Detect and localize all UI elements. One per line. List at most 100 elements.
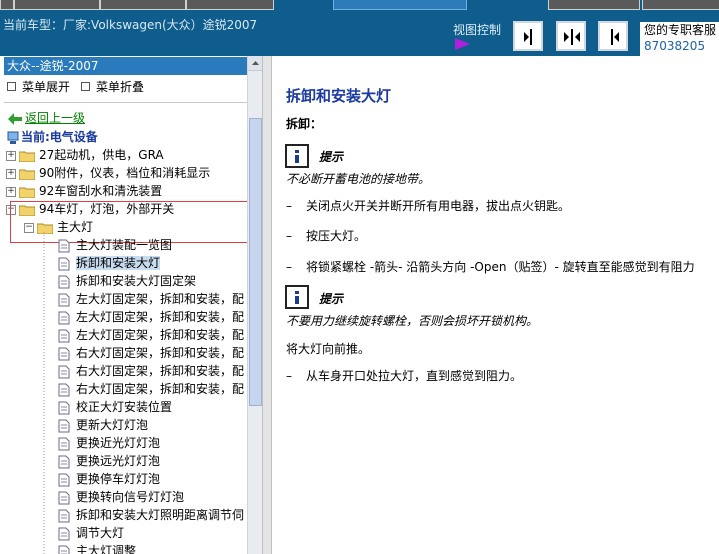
view-control-label: 视图控制	[453, 23, 502, 37]
tree-item[interactable]: 调节大灯	[58, 524, 124, 542]
tree-item[interactable]: 更换远光灯灯泡	[58, 452, 160, 470]
document-icon	[58, 437, 70, 450]
tree-item-selected[interactable]: 拆卸和安装大灯	[58, 254, 161, 272]
tree-item-label: 左大灯固定架，拆卸和安装，配	[76, 292, 245, 306]
tree-item[interactable]: 左大灯固定架，拆卸和安装，配	[58, 326, 244, 344]
tree-item[interactable]: 更换转向信号灯灯泡	[58, 488, 184, 506]
info-icon	[285, 285, 309, 309]
tree-item[interactable]: 主大灯装配一览图	[58, 236, 172, 254]
document-icon	[58, 311, 70, 324]
expand-left-icon	[524, 29, 532, 45]
current-vehicle: 当前车型：厂家:Volkswagen(大众）途锐2007	[3, 18, 258, 32]
tree-item[interactable]: 拆卸和安装大灯照明距离调节伺	[58, 506, 244, 524]
info-icon	[285, 144, 309, 168]
tree-item-label: 校正大灯安装位置	[76, 400, 173, 414]
service-label: 您的专职客服	[644, 23, 717, 37]
top-bar: 当前车型：厂家:Volkswagen(大众）途锐2007 视图控制 您的专职客服…	[0, 0, 719, 56]
chevron-up-icon	[252, 61, 259, 65]
tree-item-label: 左大灯固定架，拆卸和安装，配	[76, 310, 245, 324]
tree-item[interactable]: 校正大灯安装位置	[58, 398, 172, 416]
tree-item-label: 右大灯固定架，拆卸和安装，配	[76, 364, 245, 378]
document-content: 拆卸和安装大灯 拆卸： 提示 不必断开蓄电池的接地带。 – 关闭点火开关并断开所有…	[272, 56, 719, 554]
tree-item[interactable]: 拆卸和安装大灯固定架	[58, 272, 196, 290]
tree-group-label: 90附件，仪表，档位和消耗显示	[39, 166, 211, 180]
step-item: – 关闭点火开关并断开所有用电器，拔出点火钥匙。	[286, 199, 571, 213]
document-icon	[58, 419, 70, 432]
tree-item-label: 右大灯固定架，拆卸和安装，配	[76, 346, 245, 360]
tree-item-label: 主大灯调整	[76, 544, 137, 554]
tree-item[interactable]: 主大灯调整	[58, 542, 136, 554]
step-text: 将锁紧螺栓 -箭头- 沿箭头方向 -Open（贴签）- 旋转直至能感觉到有阻力	[306, 260, 695, 274]
navigation-tree-panel: 大众--途锐-2007 菜单展开 菜单折叠 返回上一级 当前:电气设备 +27起…	[0, 56, 262, 554]
document-icon	[58, 473, 70, 486]
note-text: 不必断开蓄电池的接地带。	[286, 172, 431, 186]
tree-item[interactable]: 右大灯固定架，拆卸和安装，配	[58, 380, 244, 398]
document-icon	[58, 383, 70, 396]
split-view-icon	[564, 29, 580, 45]
toolbar-button-active[interactable]	[333, 0, 467, 10]
toolbar-button[interactable]	[548, 0, 640, 10]
step-item: – 按压大灯。	[286, 229, 367, 243]
toolbar-button[interactable]	[0, 0, 14, 10]
toolbar-button[interactable]	[642, 0, 719, 10]
step-text: 按压大灯。	[306, 229, 367, 243]
document-icon	[58, 509, 70, 522]
step-item: – 从车身开口处拉大灯，直到感觉到阻力。	[286, 369, 523, 383]
tree-item-label: 拆卸和安装大灯	[76, 256, 161, 270]
toolbar-button[interactable]	[100, 0, 186, 10]
tree-item[interactable]: 左大灯固定架，拆卸和安装，配	[58, 290, 244, 308]
tree-item[interactable]: 更换近光灯灯泡	[58, 434, 160, 452]
view-split-button[interactable]	[556, 21, 586, 51]
document-icon	[58, 293, 70, 306]
document-icon	[58, 491, 70, 504]
tree-item-label: 更换远光灯灯泡	[76, 454, 161, 468]
tree-item[interactable]: 更新大灯灯泡	[58, 416, 148, 434]
toolbar-button[interactable]	[186, 0, 274, 10]
tree-item-label: 左大灯固定架，拆卸和安装，配	[76, 328, 245, 342]
document-icon	[58, 455, 70, 468]
view-left-pane-button[interactable]	[513, 21, 543, 51]
step-text: 从车身开口处拉大灯，直到感觉到阻力。	[306, 369, 523, 383]
tree-item[interactable]: 右大灯固定架，拆卸和安装，配	[58, 362, 244, 380]
scroll-thumb[interactable]	[249, 118, 262, 406]
scroll-up-button[interactable]	[248, 56, 263, 71]
document-icon	[58, 545, 70, 554]
tree-item-label: 更换近光灯灯泡	[76, 436, 161, 450]
expand-right-icon	[611, 29, 619, 45]
toolbar-button[interactable]	[14, 0, 100, 10]
page-title: 拆卸和安装大灯	[286, 87, 392, 105]
document-icon	[58, 347, 70, 360]
service-number: 87038205	[644, 39, 706, 53]
collapse-all-icon	[81, 82, 90, 91]
document-icon	[58, 257, 70, 270]
tree-connector-lines	[43, 232, 45, 554]
tree-item[interactable]: 右大灯固定架，拆卸和安装，配	[58, 344, 244, 362]
view-right-pane-button[interactable]	[598, 21, 628, 51]
tree-item-label: 拆卸和安装大灯照明距离调节伺	[76, 508, 245, 522]
instruction-text: 将大灯向前推。	[286, 342, 371, 356]
tree-scrollbar[interactable]	[247, 56, 263, 554]
customer-service: 您的专职客服 87038205	[640, 22, 719, 56]
menu-collapse-label: 菜单折叠	[96, 80, 145, 94]
note-label: 提示	[319, 292, 344, 306]
document-icon	[58, 401, 70, 414]
arrow-right-icon	[455, 38, 470, 50]
tree-item-label: 更换转向信号灯灯泡	[76, 490, 185, 504]
step-item: – 将锁紧螺栓 -箭头- 沿箭头方向 -Open（贴签）- 旋转直至能感觉到有阻力	[286, 260, 695, 274]
menu-collapse-button[interactable]: 菜单折叠	[81, 78, 144, 95]
tree-item-label: 主大灯装配一览图	[76, 238, 173, 252]
tree-item-label: 更换停车灯灯泡	[76, 472, 161, 486]
document-icon	[58, 527, 70, 540]
tree-item-label: 调节大灯	[76, 526, 125, 540]
step-text: 关闭点火开关并断开所有用电器，拔出点火钥匙。	[306, 199, 571, 213]
note-label: 提示	[319, 150, 344, 164]
document-icon	[58, 329, 70, 342]
document-icon	[58, 275, 70, 288]
tree-item[interactable]: 更换停车灯灯泡	[58, 470, 160, 488]
removal-heading: 拆卸：	[286, 117, 323, 131]
pane-splitter[interactable]	[262, 56, 272, 554]
tree-item[interactable]: 左大灯固定架，拆卸和安装，配	[58, 308, 244, 326]
note-text: 不要用力继续旋转螺栓，否则会损坏开锁机构。	[286, 314, 539, 328]
document-icon	[58, 365, 70, 378]
tree-item-label: 更新大灯灯泡	[76, 418, 149, 432]
